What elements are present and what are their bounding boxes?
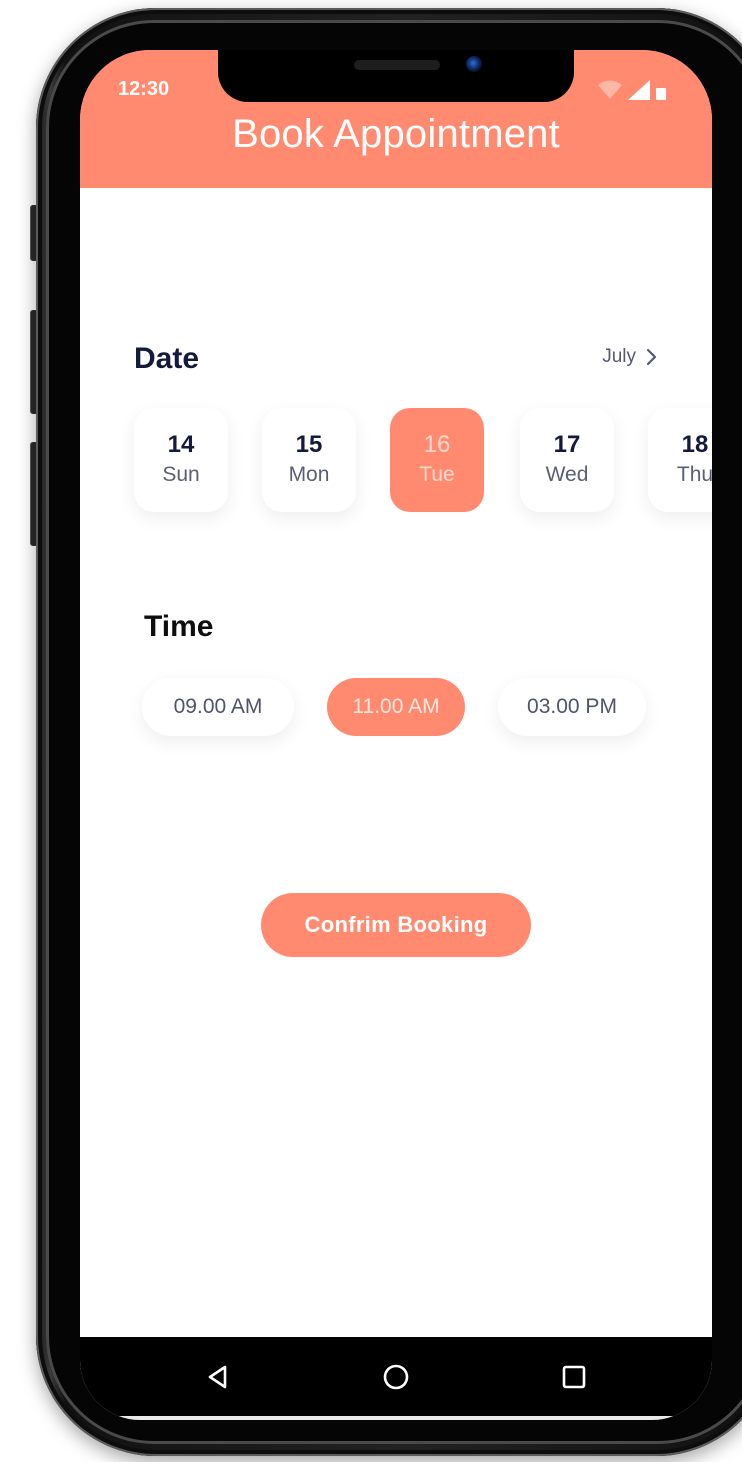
device-stage: 12:30 Book Appointment Date July 14 Sun … <box>0 0 742 1462</box>
page-title: Book Appointment <box>232 112 560 156</box>
camera-notch <box>218 50 574 102</box>
date-card-18[interactable]: 18 Thu <box>648 408 712 512</box>
date-number: 14 <box>167 431 195 458</box>
chevron-right-icon <box>646 348 657 366</box>
time-slot-row: 09.00 AM 11.00 AM 03.00 PM <box>142 678 662 736</box>
date-section-title: Date <box>134 342 200 375</box>
battery-icon <box>656 88 666 100</box>
date-card-17[interactable]: 17 Wed <box>520 408 614 512</box>
date-number: 18 <box>681 431 709 458</box>
date-weekday: Sun <box>162 463 200 486</box>
app-screen: 12:30 Book Appointment Date July 14 Sun … <box>80 50 712 1420</box>
status-icons <box>598 80 666 100</box>
earpiece-speaker <box>354 60 440 70</box>
time-section-title: Time <box>144 610 214 643</box>
date-weekday: Tue <box>419 463 455 486</box>
date-weekday: Wed <box>545 463 589 486</box>
cellular-signal-icon <box>628 80 650 100</box>
nav-recents-button[interactable] <box>556 1359 592 1395</box>
date-weekday: Thu <box>676 463 712 486</box>
date-number: 16 <box>423 431 451 458</box>
date-picker-row: 14 Sun 15 Mon 16 Tue 17 Wed 18 Thu <box>134 408 712 512</box>
date-card-15[interactable]: 15 Mon <box>262 408 356 512</box>
nav-home-button[interactable] <box>378 1359 414 1395</box>
time-slot-1100-selected[interactable]: 11.00 AM <box>327 678 465 736</box>
status-time: 12:30 <box>118 78 170 100</box>
date-number: 15 <box>295 431 323 458</box>
date-weekday: Mon <box>288 463 330 486</box>
system-nav-bar <box>80 1337 712 1420</box>
nav-back-button[interactable] <box>200 1359 236 1395</box>
time-slot-0900[interactable]: 09.00 AM <box>142 678 294 736</box>
date-card-14[interactable]: 14 Sun <box>134 408 228 512</box>
screen-bottom-edge <box>80 1416 712 1420</box>
back-triangle-icon <box>208 1365 227 1389</box>
home-circle-icon <box>383 1364 409 1390</box>
wifi-icon <box>598 80 622 99</box>
confirm-booking-button[interactable]: Confrim Booking <box>261 893 531 957</box>
month-selector[interactable]: July <box>602 346 658 368</box>
recents-square-icon <box>562 1365 586 1389</box>
time-slot-0300[interactable]: 03.00 PM <box>498 678 646 736</box>
month-label: July <box>602 346 636 367</box>
date-card-16-selected[interactable]: 16 Tue <box>390 408 484 512</box>
date-number: 17 <box>553 431 581 458</box>
front-camera <box>466 56 482 72</box>
